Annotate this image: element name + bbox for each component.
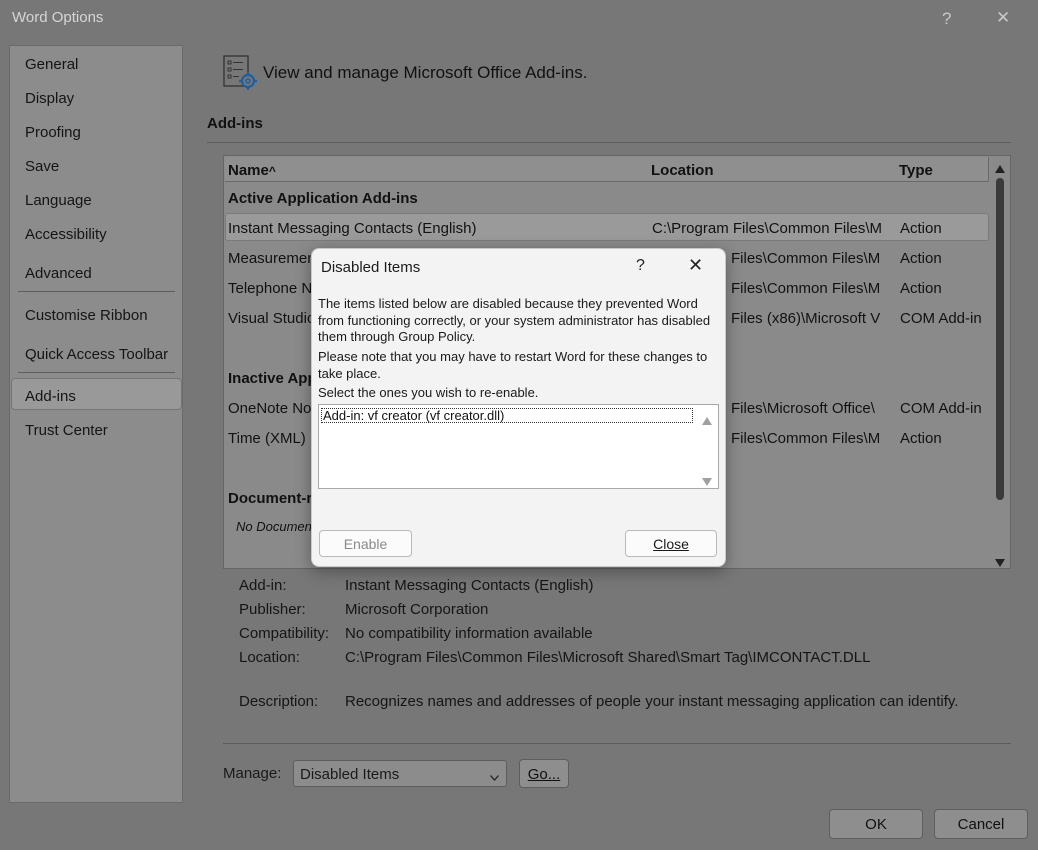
list-item[interactable]: Add-in: vf creator (vf creator.dll) <box>321 408 693 423</box>
dialog-close-icon[interactable]: ✕ <box>688 255 703 276</box>
detail-label-compatibility: Compatibility: <box>239 625 330 642</box>
sidebar-item-general[interactable]: General <box>25 56 78 73</box>
table-cell: COM Add-in <box>900 400 982 417</box>
detail-value-location: C:\Program Files\Common Files\Microsoft … <box>345 649 871 666</box>
manage-divider <box>223 743 1011 744</box>
scroll-down-icon[interactable] <box>995 554 1005 571</box>
sidebar-item-display[interactable]: Display <box>25 90 74 107</box>
sidebar-item-proofing[interactable]: Proofing <box>25 124 81 141</box>
dialog-title: Disabled Items <box>321 259 421 276</box>
detail-value-compatibility: No compatibility information available <box>345 625 593 642</box>
manage-select-value: Disabled Items <box>300 766 400 783</box>
table-scrollbar[interactable] <box>990 156 1010 568</box>
sidebar-item-save[interactable]: Save <box>25 158 59 175</box>
window-close-button[interactable]: ✕ <box>996 8 1010 28</box>
table-cell: COM Add-in <box>900 310 982 327</box>
sidebar-item-advanced[interactable]: Advanced <box>25 265 92 282</box>
table-cell: Instant Messaging Contacts (English) <box>228 220 477 237</box>
scroll-up-icon[interactable] <box>995 160 1005 177</box>
detail-label-publisher: Publisher: <box>239 601 306 618</box>
sidebar-item-add-ins[interactable]: Add-ins <box>25 388 76 405</box>
group-inactive-add-ins: Inactive Appl <box>228 370 321 387</box>
table-cell[interactable]: OneNote No <box>228 400 311 417</box>
detail-label-description: Description: <box>239 693 319 710</box>
sidebar-item-trust-center[interactable]: Trust Center <box>25 422 108 439</box>
table-cell: Files (x86)\Microsoft V <box>731 310 881 327</box>
table-cell: Files\Common Files\M <box>731 430 881 447</box>
disabled-items-dialog: Disabled Items ? ✕ The items listed belo… <box>311 248 726 567</box>
section-heading: Add-ins <box>207 115 263 132</box>
add-ins-icon <box>222 54 260 96</box>
sidebar-item-accessibility[interactable]: Accessibility <box>25 226 107 243</box>
group-active-add-ins: Active Application Add-ins <box>228 190 418 207</box>
table-cell: Files\Common Files\M <box>731 250 881 267</box>
ok-button[interactable]: OK <box>829 809 923 839</box>
scrollbar-thumb[interactable] <box>996 178 1004 500</box>
table-cell: Files\Microsoft Office\ <box>731 400 875 417</box>
go-button[interactable]: Go... <box>519 759 569 788</box>
table-cell[interactable]: Telephone N <box>228 280 312 297</box>
group-document-add-ins: Document-r <box>228 490 313 507</box>
table-cell: Action <box>900 250 942 267</box>
detail-value-addin: Instant Messaging Contacts (English) <box>345 577 594 594</box>
list-scrollbar[interactable] <box>696 405 718 488</box>
chevron-down-icon <box>490 768 499 785</box>
manage-select[interactable]: Disabled Items <box>293 760 507 787</box>
no-documents-text: No Documen <box>236 519 312 534</box>
table-cell[interactable]: Measuremen <box>228 250 316 267</box>
column-header-location[interactable]: Location <box>648 157 897 182</box>
sidebar-item-customise-ribbon[interactable]: Customise Ribbon <box>25 307 148 324</box>
table-cell[interactable]: Time (XML) <box>228 430 306 447</box>
scroll-down-icon[interactable] <box>702 473 712 490</box>
window-title: Word Options <box>12 9 104 26</box>
help-button[interactable]: ? <box>942 9 951 29</box>
sidebar-item-language[interactable]: Language <box>25 192 92 209</box>
dialog-instruction: Select the ones you wish to re-enable. <box>318 385 539 400</box>
detail-value-publisher: Microsoft Corporation <box>345 601 489 618</box>
column-header-type[interactable]: Type <box>896 157 989 182</box>
table-cell: Action <box>900 430 942 447</box>
dialog-message: The items listed below are disabled beca… <box>318 296 711 344</box>
scroll-up-icon[interactable] <box>702 412 712 429</box>
table-cell: Action <box>900 220 942 237</box>
detail-label-location: Location: <box>239 649 300 666</box>
section-divider <box>207 142 1011 143</box>
dialog-restart-note: Please note that you may have to restart… <box>318 349 708 381</box>
detail-label-addin: Add-in: <box>239 577 287 594</box>
dialog-close-button[interactable]: Close <box>625 530 717 557</box>
table-cell[interactable]: Visual Studic <box>228 310 314 327</box>
sidebar-divider <box>18 372 175 373</box>
sidebar-item-quick-access-toolbar[interactable]: Quick Access Toolbar <box>25 346 168 363</box>
enable-button[interactable]: Enable <box>319 530 412 557</box>
cancel-button[interactable]: Cancel <box>934 809 1028 839</box>
column-header-name[interactable]: Name^ <box>225 157 649 182</box>
detail-value-description: Recognizes names and addresses of people… <box>345 693 959 710</box>
dialog-help-button[interactable]: ? <box>636 257 645 275</box>
sidebar-divider <box>18 291 175 292</box>
table-cell: Files\Common Files\M <box>731 280 881 297</box>
page-header: View and manage Microsoft Office Add-ins… <box>263 63 588 82</box>
table-cell: Action <box>900 280 942 297</box>
sort-ascending-icon: ^ <box>268 164 276 178</box>
options-sidebar: General Display Proofing Save Language A… <box>9 45 183 803</box>
table-cell: C:\Program Files\Common Files\M <box>652 220 883 237</box>
disabled-items-list[interactable]: Add-in: vf creator (vf creator.dll) <box>318 404 719 489</box>
manage-label: Manage: <box>223 765 282 782</box>
